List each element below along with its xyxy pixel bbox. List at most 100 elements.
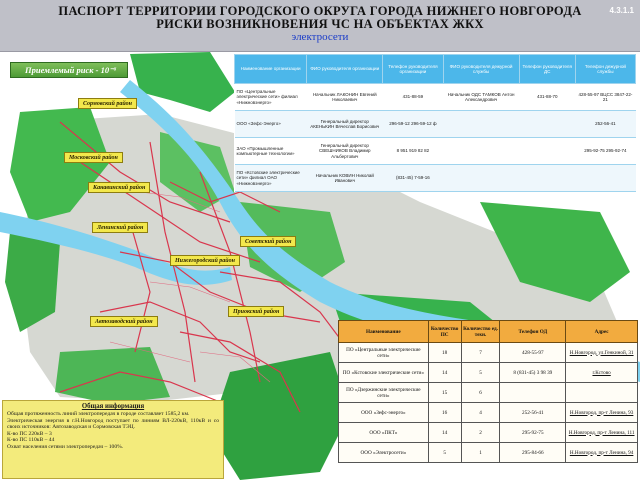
- cell-ds-head: Начальник ОДС ТАМКОВ Антон Александрович: [443, 83, 520, 111]
- risk-level-label: Приемлемый риск - 10⁻⁶: [10, 62, 128, 78]
- page-header: ПАСПОРТ ТЕРРИТОРИИ ГОРОДСКОГО ОКРУГА ГОР…: [0, 0, 640, 52]
- cell-phone: [499, 382, 567, 403]
- district-label-sovetsky: Советский район: [240, 236, 297, 247]
- cell-phone: 8 (831-45) 3 98 39: [499, 362, 567, 383]
- district-label-avtozavodsky: Автозаводский район: [90, 316, 158, 327]
- district-label-moskovsky: Московский район: [64, 152, 123, 163]
- th-duty-phone: Телефон дежурной службы: [574, 54, 637, 84]
- cell-address: г.Кстово: [565, 362, 638, 383]
- cell-head: Генеральный директор АКЕНЬКИН Вячеслав Б…: [306, 110, 383, 138]
- th-head-phone: Телефон руководителя организации: [382, 54, 444, 84]
- contacts-table-header: Наименование организации ФИО руководител…: [233, 54, 637, 84]
- forest-southwest: [55, 347, 170, 404]
- cell-name: ООО «Электросети»: [338, 442, 429, 463]
- cell-duty-phone: 295-92-75 295-92-74: [575, 137, 636, 165]
- district-label-prioksky: Приокский район: [228, 306, 285, 317]
- table-row: ПО «Дзержинские электрические сети» 15 6: [338, 382, 638, 403]
- cell-head-phone: (831-45) 7-59-16: [382, 164, 443, 192]
- th-org: Наименование организации: [233, 54, 308, 84]
- cell-ps: 15: [427, 382, 462, 403]
- cell-org: ПО «Кстовские электрические сети» филиал…: [234, 164, 307, 192]
- table-row: ООО «Зефс-Энерго» Генеральный директор А…: [234, 110, 636, 138]
- cell-head-phone: 8 951 919 82 82: [382, 137, 443, 165]
- table-row: ПО «Центральные электрические сети» фили…: [234, 83, 636, 111]
- cell-duty-phone: 252-56-41: [575, 110, 636, 138]
- cell-ps: 5: [427, 442, 462, 463]
- cell-phone: 295-92-75: [499, 422, 567, 443]
- cell-head: Начальник ЛАКОНИН Евгений Николаевич: [306, 83, 383, 111]
- cell-tech: 5: [460, 362, 501, 383]
- district-label-sormovsky: Сормовский район: [78, 98, 138, 109]
- contacts-table: Наименование организации ФИО руководител…: [233, 54, 637, 192]
- cell-ds-head: [443, 137, 520, 165]
- cell-name: ООО «Зефс-энерго»: [338, 402, 429, 423]
- th-ds-head: ФИО руководителя дежурной службы: [442, 54, 520, 84]
- table-row: ПО «Центральные электрические сети» 18 7…: [338, 342, 638, 363]
- cell-org: ПО «Центральные электрические сети» фили…: [234, 83, 307, 111]
- table-row: ООО «Зефс-энерго» 16 4 252-56-41 Н.Новго…: [338, 402, 638, 423]
- cell-head: Начальник КОВИН Николай Иванович: [306, 164, 383, 192]
- cell-tech: 4: [460, 402, 501, 423]
- table-row: ООО «ПКТ» 14 2 295-92-75 Н.Новгород, пр-…: [338, 422, 638, 443]
- table-row: ПО «Кстовские электрические сети» филиал…: [234, 164, 636, 192]
- district-label-nizhegorodsky: Нижегородский район: [170, 255, 240, 266]
- district-label-kanavinsky: Канавинский район: [88, 182, 151, 193]
- cell-head-phone: 296-59-12 296-59-12 ф: [382, 110, 443, 138]
- cell-phone: 428-55-97: [499, 342, 567, 363]
- district-label-leninsky: Ленинский район: [92, 222, 149, 233]
- cell-ds-head: [443, 164, 520, 192]
- page-subtitle: электросети: [291, 31, 349, 43]
- cell-head: Генеральный директор СВЕШНИКОВ Владимир …: [306, 137, 383, 165]
- cell-phone: 295-84-66: [499, 442, 567, 463]
- cell-ps: 14: [427, 362, 462, 383]
- cell-tech: 7: [460, 342, 501, 363]
- cell-address: Н.Новгород, ул.Генкиной, 31: [565, 342, 638, 363]
- th-phone-od: Телефон ОД: [499, 320, 567, 343]
- title-line-2: РИСКИ ВОЗНИКНОВЕНИЯ ЧС НА ОБЪЕКТАХ ЖКХ: [156, 17, 484, 31]
- table-row: ПО «Кстовские электрические сети» 14 5 8…: [338, 362, 638, 383]
- th-ds-phone: Телефон руководителя ДС: [518, 54, 576, 84]
- table-row: ООО «Электросети» 5 1 295-84-66 Н.Новгор…: [338, 442, 638, 463]
- th-name: Наименование: [338, 320, 429, 343]
- cell-tech: 2: [460, 422, 501, 443]
- info-line: Электрическая энергия в г.Н.Новгород пос…: [7, 417, 219, 431]
- substations-table-header: Наименование Количество ПС Количество ед…: [338, 320, 638, 343]
- cell-ds-phone: 431-88-70: [519, 83, 576, 111]
- cell-org: ЗАО «Промышленные компьютерные технологи…: [234, 137, 307, 165]
- cell-name: ПО «Кстовские электрические сети»: [338, 362, 429, 383]
- cell-duty-phone: 428-55-97 ВЦСС 3847-22-21: [575, 83, 636, 111]
- info-title: Общая информация: [81, 403, 145, 410]
- slide-code: 4.3.1.1: [609, 6, 634, 15]
- th-head: ФИО руководителя организации: [306, 54, 384, 84]
- cell-address: [565, 382, 638, 403]
- cell-ps: 14: [427, 422, 462, 443]
- cell-ps: 18: [427, 342, 462, 363]
- cell-name: ПО «Центральные электрические сети»: [338, 342, 429, 363]
- cell-address: Н.Новгород, пр-т Ленина, 94: [565, 442, 638, 463]
- cell-ds-phone: [519, 164, 576, 192]
- cell-head-phone: 431-88-59: [382, 83, 443, 111]
- cell-org: ООО «Зефс-Энерго»: [234, 110, 307, 138]
- th-ps-count: Количество ПС: [427, 320, 462, 343]
- cell-address: Н.Новгород, пр-т Ленина, 111: [565, 422, 638, 443]
- cell-tech: 1: [460, 442, 501, 463]
- cell-ds-phone: [519, 110, 576, 138]
- info-line: К-во ПС 220кВ – 3: [7, 430, 52, 437]
- cell-name: ПО «Дзержинские электрические сети»: [338, 382, 429, 403]
- cell-tech: 6: [460, 382, 501, 403]
- th-tech-count: Количество ед. техн.: [460, 320, 501, 343]
- cell-ps: 16: [427, 402, 462, 423]
- th-address: Адрес: [565, 320, 638, 343]
- table-row: ЗАО «Промышленные компьютерные технологи…: [234, 137, 636, 165]
- info-line: К-во ПС 110кВ – 44: [7, 437, 55, 444]
- info-line: Охват населения сетями электропередач – …: [7, 443, 124, 450]
- cell-name: ООО «ПКТ»: [338, 422, 429, 443]
- cell-phone: 252-56-41: [499, 402, 567, 423]
- cell-ds-head: [443, 110, 520, 138]
- cell-ds-phone: [519, 137, 576, 165]
- substations-table: Наименование Количество ПС Количество ед…: [338, 320, 638, 463]
- page-title: ПАСПОРТ ТЕРРИТОРИИ ГОРОДСКОГО ОКРУГА ГОР…: [40, 5, 600, 31]
- cell-address: Н.Новгород, пр-т Ленина, 93: [565, 402, 638, 423]
- cell-duty-phone: [575, 164, 636, 192]
- general-info-panel: Общая информация Общая протяженность лин…: [2, 400, 224, 479]
